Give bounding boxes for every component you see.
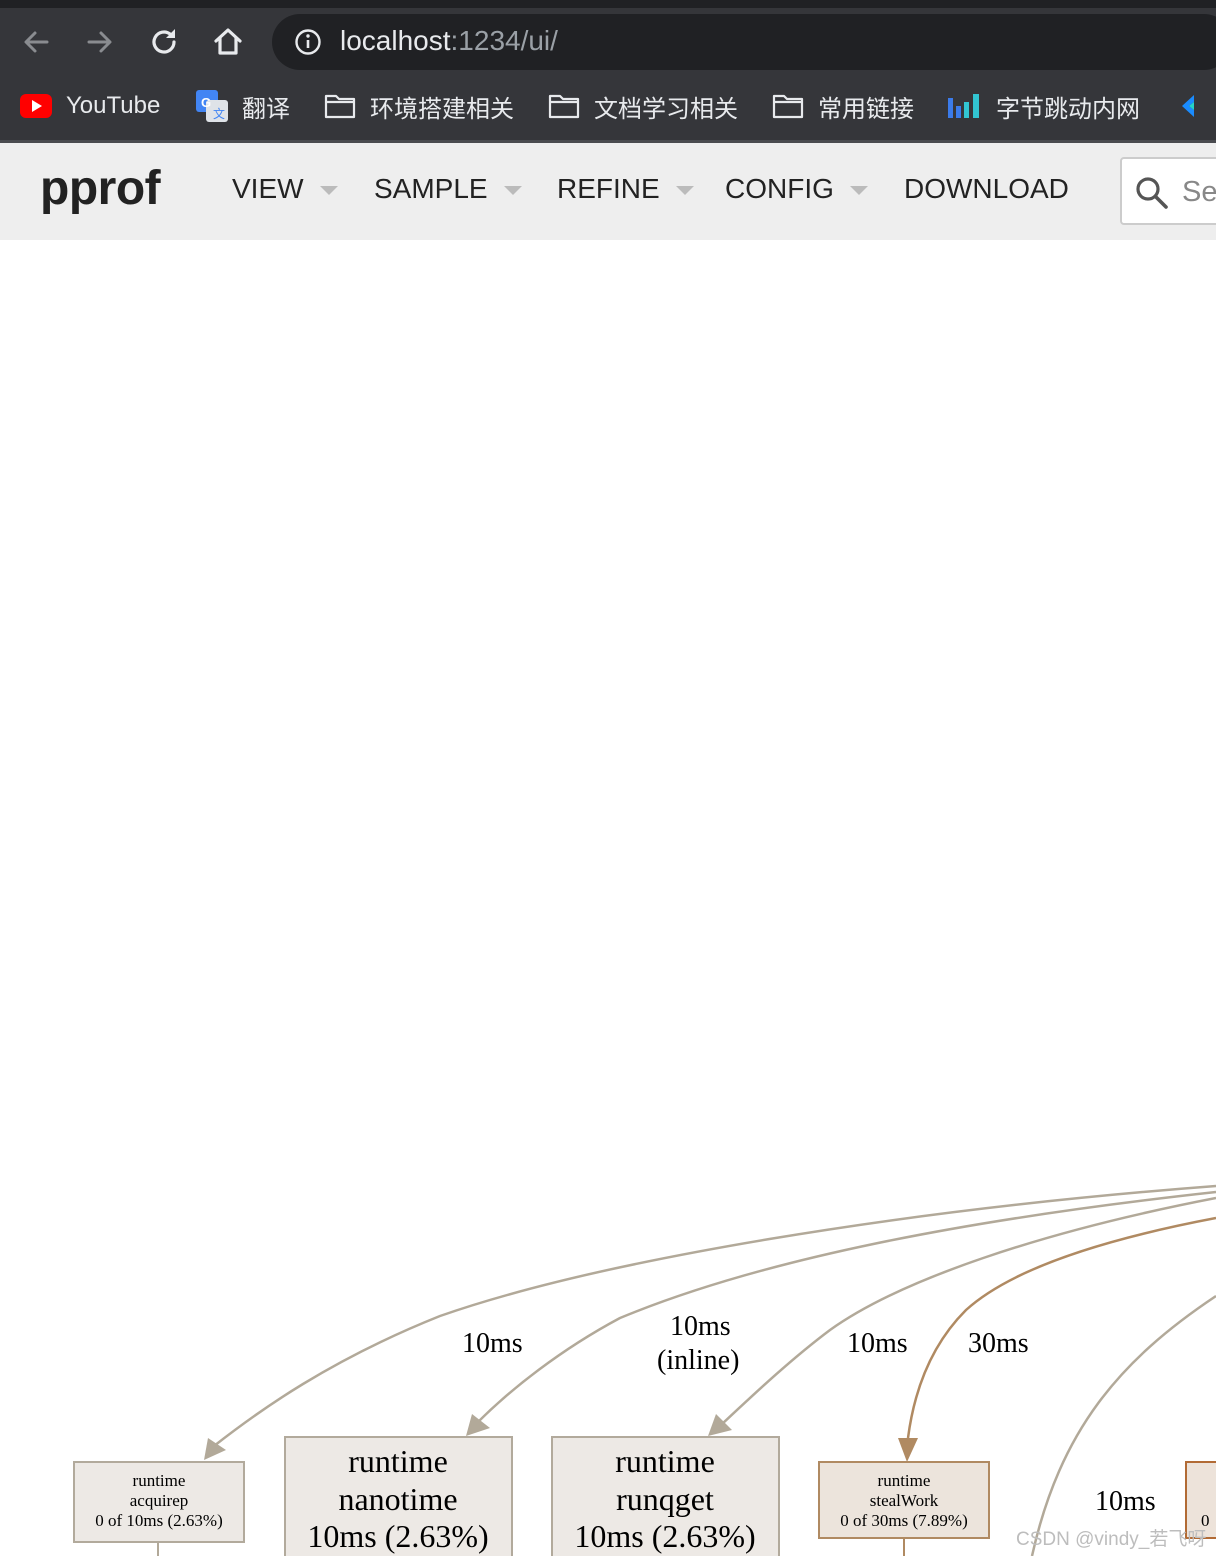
bookmarks-bar: YouTube G 文 翻译 环境搭建相关 文档学习相关 常用链接 字节跳动内网: [0, 80, 1216, 132]
url-host: localhost: [340, 25, 451, 56]
bar-logo-icon: [948, 94, 979, 118]
caret-down-icon: [319, 185, 338, 195]
forward-button[interactable]: [78, 20, 122, 64]
reload-icon: [152, 29, 176, 54]
caret-down-icon: [849, 185, 868, 195]
edge-label-note: (inline): [657, 1345, 739, 1376]
menu-label: DOWNLOAD: [904, 173, 1069, 204]
home-icon: [214, 28, 242, 55]
menu-label: CONFIG: [725, 173, 834, 204]
bookmark-label: 常用链接: [818, 95, 914, 123]
caret-down-icon: [675, 185, 694, 195]
bookmark-youtube[interactable]: YouTube: [20, 80, 160, 132]
bookmark-label: 字节跳动内网: [996, 95, 1140, 123]
bookmark-bytedance[interactable]: 字节跳动内网: [946, 80, 1140, 132]
address-bar[interactable]: localhost:1234/ui/: [272, 14, 1216, 70]
node-package: runtime: [878, 1471, 931, 1490]
search-input[interactable]: Se: [1120, 157, 1216, 225]
edge-label: 30ms: [968, 1328, 1029, 1359]
edge-label: 10ms: [462, 1328, 523, 1359]
bookmark-translate[interactable]: G 文 翻译: [196, 80, 290, 132]
url-text[interactable]: localhost:1234/ui/: [340, 25, 558, 57]
home-button[interactable]: [206, 20, 250, 64]
browser-toolbar: localhost:1234/ui/ YouTube G 文 翻译 环境搭建相关: [0, 0, 1216, 143]
menu-sample[interactable]: SAMPLE: [374, 173, 522, 205]
graph-node-nanotime[interactable]: runtime nanotime 10ms (2.63%): [284, 1436, 513, 1556]
arrow-right-icon: [87, 31, 112, 53]
graph-node-acquirep[interactable]: runtime acquirep 0 of 10ms (2.63%): [73, 1461, 245, 1543]
info-icon[interactable]: [294, 28, 322, 56]
menu-refine[interactable]: REFINE: [557, 173, 694, 205]
menu-config[interactable]: CONFIG: [725, 173, 868, 205]
node-value: 10ms (2.63%): [574, 1518, 755, 1554]
node-package: runtime: [348, 1443, 448, 1479]
back-button[interactable]: [14, 20, 58, 64]
google-translate-icon: G 文: [196, 90, 228, 122]
folder-icon: [772, 94, 804, 119]
node-function: runqget: [616, 1481, 714, 1517]
edge-label: 10ms: [670, 1311, 731, 1342]
folder-icon: [324, 94, 356, 119]
graph-node-stealwork[interactable]: runtime stealWork 0 of 30ms (7.89%): [818, 1461, 990, 1539]
menu-label: SAMPLE: [374, 173, 488, 204]
youtube-icon: [20, 94, 52, 118]
svg-text:G: G: [201, 95, 211, 110]
bookmark-folder-docs[interactable]: 文档学习相关: [548, 80, 738, 132]
node-value: 0 of 10ms (2.63%): [95, 1511, 222, 1530]
reload-button[interactable]: [142, 20, 186, 64]
menu-label: REFINE: [557, 173, 660, 204]
bookmark-label: 环境搭建相关: [370, 95, 514, 123]
arrow-left-icon: [24, 31, 49, 53]
pprof-header: pprof VIEW SAMPLE REFINE CONFIG DOWNLOAD…: [0, 143, 1216, 240]
node-value: 10ms (2.63%): [307, 1518, 488, 1554]
bookmark-folder-links[interactable]: 常用链接: [772, 80, 914, 132]
node-value: 0 of 30ms (7.89%): [840, 1511, 967, 1530]
bookmark-folder-env[interactable]: 环境搭建相关: [324, 80, 514, 132]
edge-to-stealwork[interactable]: [898, 1216, 1216, 1462]
url-path: :1234/ui/: [450, 25, 558, 56]
bookmark-overflow[interactable]: [1176, 80, 1200, 132]
caret-down-icon: [503, 185, 522, 195]
bookmark-label: YouTube: [66, 92, 161, 119]
partial-logo-icon: [1182, 95, 1194, 117]
folder-icon: [548, 94, 580, 119]
menu-view[interactable]: VIEW: [232, 173, 338, 205]
search-placeholder: Se: [1182, 176, 1216, 208]
node-function: acquirep: [130, 1491, 189, 1510]
bookmark-label: 翻译: [242, 95, 290, 123]
edge-label: 10ms: [1095, 1486, 1156, 1517]
tab-strip-edge: [0, 0, 1216, 8]
graph-node-runqget[interactable]: runtime runqget 10ms (2.63%): [551, 1436, 780, 1556]
svg-text:文: 文: [213, 106, 225, 121]
menu-label: VIEW: [232, 173, 304, 204]
node-function: stealWork: [870, 1491, 939, 1510]
pprof-logo[interactable]: pprof: [40, 161, 161, 216]
search-icon: [1136, 177, 1168, 209]
node-function: nanotime: [338, 1481, 457, 1517]
watermark: CSDN @vindy_若飞呀: [1016, 1529, 1207, 1550]
menu-download[interactable]: DOWNLOAD: [904, 173, 1069, 205]
node-package: runtime: [615, 1443, 715, 1479]
node-package: runtime: [133, 1471, 186, 1490]
edge-label: 10ms: [847, 1328, 908, 1359]
bookmark-label: 文档学习相关: [594, 95, 738, 123]
